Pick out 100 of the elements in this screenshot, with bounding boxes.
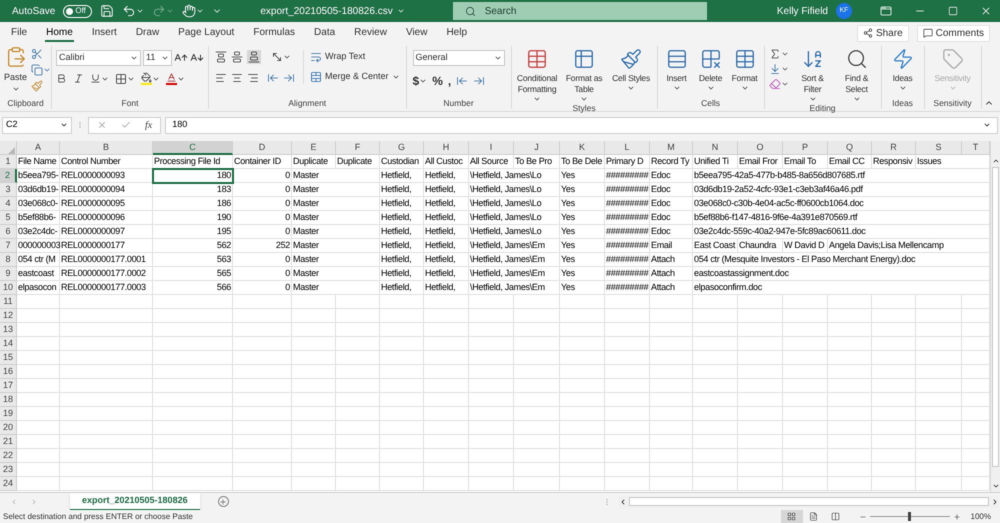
scroll-up-icon[interactable] [992, 157, 1000, 165]
cancel-icon[interactable] [97, 120, 107, 130]
column-header[interactable]: B [60, 141, 153, 155]
number-style-button[interactable]: , [448, 72, 452, 90]
autosave-toggle[interactable]: Off [63, 4, 92, 18]
name-box[interactable]: C2 [2, 116, 72, 134]
decrease-indent-icon[interactable] [267, 72, 280, 84]
zoom-in-icon[interactable] [952, 512, 961, 520]
column-header[interactable]: J [514, 141, 560, 155]
add-sheet-button[interactable] [218, 496, 229, 507]
row-header[interactable]: 9 [0, 267, 17, 281]
scroll-right-icon[interactable] [991, 498, 999, 506]
column-header[interactable]: S [916, 141, 962, 155]
row-header[interactable]: 4 [0, 197, 17, 211]
row-header[interactable]: 24 [0, 477, 17, 491]
zoom-slider-thumb[interactable] [908, 512, 912, 521]
row-header[interactable]: 5 [0, 211, 17, 225]
ribbon-tab[interactable]: Home [45, 24, 74, 42]
row-header[interactable]: 6 [0, 225, 17, 239]
ribbon-tab[interactable]: Page Layout [177, 24, 236, 42]
column-header[interactable]: T [962, 141, 990, 155]
row-header[interactable]: 19 [0, 407, 17, 421]
row-header[interactable]: 22 [0, 449, 17, 463]
align-top-icon[interactable] [215, 51, 228, 63]
sum-icon[interactable] [768, 48, 781, 60]
row-header[interactable]: 20 [0, 421, 17, 435]
column-header[interactable]: A [17, 141, 60, 155]
number-style-button[interactable]: $ [412, 72, 428, 90]
copy-icon[interactable] [31, 64, 44, 76]
column-header[interactable]: F [336, 141, 380, 155]
cut-icon[interactable] [31, 48, 44, 60]
zoom-slider[interactable] [870, 512, 950, 521]
number-format-field[interactable]: General [412, 50, 505, 66]
row-header[interactable]: 23 [0, 463, 17, 477]
ribbon-button[interactable]: Find & Select [836, 48, 877, 103]
ribbon-button[interactable]: Format as Table [562, 48, 607, 103]
row-header[interactable]: 15 [0, 351, 17, 365]
column-header[interactable]: L [605, 141, 650, 155]
align-bottom-icon[interactable] [248, 51, 260, 63]
row-header[interactable]: 2 [0, 169, 17, 183]
row-header[interactable]: 8 [0, 253, 17, 267]
merge-center-button[interactable]: Merge & Center [310, 70, 400, 84]
scroll-down-icon[interactable] [992, 482, 1000, 490]
row-header[interactable]: 21 [0, 435, 17, 449]
column-header[interactable]: K [560, 141, 605, 155]
row-header[interactable]: 13 [0, 323, 17, 337]
column-header[interactable]: C [153, 141, 233, 155]
formula-field[interactable]: 180 [165, 116, 998, 134]
ribbon-tab[interactable]: Review [353, 24, 388, 42]
row-header[interactable]: 16 [0, 365, 17, 379]
italic-icon[interactable] [73, 73, 84, 84]
share-button[interactable]: Share [856, 24, 909, 42]
font-name-field[interactable]: Calibri [56, 50, 142, 66]
number-style-button[interactable]: % [432, 72, 443, 90]
arrow-left-icon[interactable] [456, 75, 468, 87]
ribbon-button[interactable]: Conditional Formatting [514, 48, 560, 103]
row-header[interactable]: 18 [0, 393, 17, 407]
ribbon-tab[interactable]: File [10, 24, 28, 42]
touch-mode-icon[interactable] [182, 4, 196, 18]
format-painter-icon[interactable] [31, 80, 44, 92]
eraser-icon[interactable] [768, 78, 781, 90]
zoom-level[interactable]: 100% [970, 510, 991, 522]
align-right-icon[interactable] [247, 72, 260, 84]
ribbon-button[interactable]: Delete [694, 48, 727, 92]
column-header[interactable]: Q [828, 141, 872, 155]
paste-button[interactable]: Paste [4, 46, 28, 92]
ribbon-button[interactable]: Format [728, 48, 761, 92]
row-header[interactable]: 7 [0, 239, 17, 253]
maximize-icon[interactable] [948, 6, 958, 16]
row-header[interactable]: 11 [0, 295, 17, 309]
column-header[interactable]: R [872, 141, 916, 155]
underline-icon[interactable] [90, 73, 102, 84]
column-header[interactable]: N [693, 141, 738, 155]
ribbon-tab[interactable]: Draw [134, 24, 160, 42]
orientation-icon[interactable] [271, 51, 284, 63]
font-color-icon[interactable] [166, 72, 178, 85]
column-header[interactable]: E [292, 141, 336, 155]
scroll-left-icon[interactable] [619, 498, 627, 506]
column-header[interactable]: P [783, 141, 828, 155]
wrap-text-button[interactable]: Wrap Text [310, 50, 400, 64]
column-header[interactable]: O [738, 141, 783, 155]
row-header[interactable]: 17 [0, 379, 17, 393]
ribbon-tab[interactable]: View [404, 24, 428, 42]
ribbon-tab[interactable]: Insert [90, 24, 118, 42]
align-center-icon[interactable] [231, 72, 244, 84]
fill-color-icon[interactable] [141, 72, 152, 85]
font-size-field[interactable]: 11 [143, 50, 172, 66]
normal-view-button[interactable] [780, 510, 803, 523]
row-header[interactable]: 10 [0, 281, 17, 295]
column-header[interactable]: G [380, 141, 424, 155]
bold-icon[interactable] [56, 73, 68, 84]
column-header[interactable]: H [424, 141, 469, 155]
column-header[interactable]: I [469, 141, 514, 155]
save-icon[interactable] [100, 4, 114, 18]
search-field[interactable]: Search [452, 2, 707, 20]
row-header[interactable]: 12 [0, 309, 17, 323]
column-header[interactable]: D [233, 141, 292, 155]
align-left-icon[interactable] [215, 72, 228, 84]
ribbon-button[interactable]: Sort & Filter [792, 48, 833, 103]
ribbon-display-icon[interactable] [880, 5, 892, 17]
